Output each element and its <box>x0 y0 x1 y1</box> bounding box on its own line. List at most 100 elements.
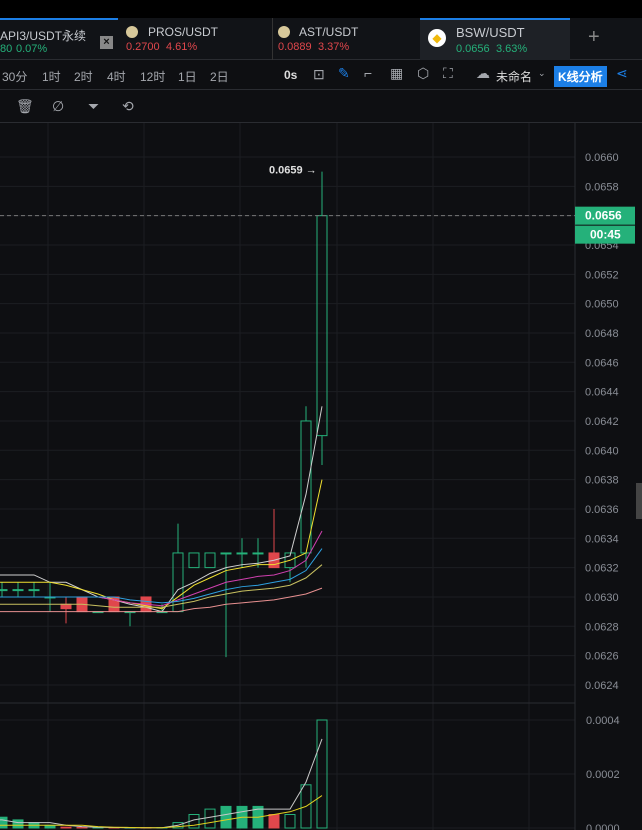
price-tick: 0.0624 <box>585 680 619 692</box>
last-price-label: 0.0656 <box>585 209 622 223</box>
chart-toolbar: 30分 1时 2时 4时 12时 1日 2日 0s ⊡ ✎ ⌐ ▦ ⬡ ⛶ ☁ … <box>0 60 642 90</box>
price-tick: 0.0628 <box>585 621 619 633</box>
candle-body <box>0 589 8 592</box>
price-tick: 0.0640 <box>585 445 619 457</box>
candle-body <box>316 215 328 437</box>
interval-2d[interactable]: 2日 <box>210 68 229 85</box>
price-chart[interactable]: 0.06600.06580.06560.06540.06520.06500.06… <box>0 123 642 830</box>
pencil-icon[interactable]: ✎ <box>338 65 350 82</box>
price-tick: 0.0630 <box>585 592 619 604</box>
side-panel-toggle[interactable] <box>636 483 642 519</box>
coin-icon <box>278 26 290 38</box>
interval-1h[interactable]: 1时 <box>42 68 61 85</box>
tab-name: PROS/USDT <box>148 25 219 39</box>
interval-30m[interactable]: 30分 <box>2 68 27 85</box>
calculator-icon[interactable]: ▦ <box>390 65 403 82</box>
symbol-tabs: API3/USDT永续 80 0.07% × PROS/USDT 0.2700 … <box>0 18 642 60</box>
candle-body <box>300 420 312 554</box>
interval-2h[interactable]: 2时 <box>74 68 93 85</box>
tab-bsw[interactable]: ◆ BSW/USDT 0.0656 3.63% <box>420 18 570 60</box>
tab-price: 0.0889 <box>278 41 312 53</box>
interval-1d[interactable]: 1日 <box>178 68 197 85</box>
kline-analysis-button[interactable]: K线分析 <box>554 66 607 87</box>
candle <box>12 582 24 597</box>
volume-tick: 0.0004 <box>586 715 620 727</box>
tab-price: 0.0656 <box>456 43 490 55</box>
candle <box>28 582 40 597</box>
camera-icon[interactable]: ⊡ <box>313 66 325 83</box>
candle-body <box>12 589 24 592</box>
price-tick: 0.0632 <box>585 563 619 575</box>
candle <box>204 552 216 569</box>
candle <box>124 611 136 627</box>
sync-drawings-icon[interactable]: ⟲ <box>122 98 134 115</box>
volume-tick: 0.0000 <box>586 823 620 830</box>
tab-name: BSW/USDT <box>456 25 525 40</box>
tab-change: 3.37% <box>318 41 350 53</box>
candle <box>300 406 312 568</box>
candle-body <box>188 552 200 569</box>
volume-bar <box>268 814 280 829</box>
price-tick: 0.0626 <box>585 651 619 663</box>
close-tab-icon[interactable]: × <box>100 36 113 49</box>
candle <box>60 596 72 624</box>
volume-bar <box>12 819 24 829</box>
add-indicator-icon[interactable]: ⌐ <box>364 65 372 81</box>
candle-body <box>60 603 72 610</box>
tab-change: 3.63% <box>496 43 528 55</box>
volume-bar <box>220 805 232 829</box>
price-tick: 0.0652 <box>585 269 619 281</box>
candle <box>188 552 200 569</box>
top-bar <box>0 0 642 18</box>
interval-4h[interactable]: 4时 <box>107 68 126 85</box>
bsw-logo-icon: ◆ <box>428 29 446 47</box>
countdown-setting[interactable]: 0s <box>284 68 297 82</box>
price-tick: 0.0634 <box>585 533 619 545</box>
high-price-label: 0.0659 → <box>269 165 317 177</box>
candle-body <box>252 552 264 555</box>
tab-change: 0.07% <box>16 43 48 55</box>
coin-icon <box>126 26 138 38</box>
candle-body <box>236 552 248 555</box>
interval-12h[interactable]: 12时 <box>140 68 165 85</box>
price-tick: 0.0660 <box>585 152 619 164</box>
volume-bar <box>284 814 296 829</box>
add-tab-icon[interactable]: + <box>588 26 600 49</box>
tab-pros[interactable]: PROS/USDT 0.2700 4.61% <box>120 18 270 60</box>
volume-bar <box>0 816 8 829</box>
chevron-down-icon[interactable]: ⌄ <box>538 68 546 79</box>
price-tick: 0.0650 <box>585 299 619 311</box>
volume-tick: 0.0002 <box>586 769 620 781</box>
tab-price: 80 <box>0 43 13 55</box>
drawing-toolbar: 🗑 ∅ ⏷ ⟲ <box>0 90 642 123</box>
layout-name[interactable]: 未命名 <box>496 68 532 85</box>
price-tick: 0.0642 <box>585 416 619 428</box>
candle <box>236 538 248 568</box>
candle <box>0 582 8 597</box>
price-tick: 0.0646 <box>585 357 619 369</box>
candle-body <box>204 552 216 569</box>
price-tick: 0.0636 <box>585 504 619 516</box>
candle-body <box>172 552 184 613</box>
tab-ast[interactable]: AST/USDT 0.0889 3.37% <box>272 18 420 60</box>
candle-body <box>220 552 232 555</box>
settings-icon[interactable]: ⬡ <box>417 65 429 82</box>
tab-change: 4.61% <box>166 41 198 53</box>
trash-icon[interactable]: 🗑 <box>16 98 34 115</box>
tab-name: AST/USDT <box>299 25 359 39</box>
countdown-label: 00:45 <box>590 228 621 242</box>
fullscreen-icon[interactable]: ⛶ <box>443 65 453 82</box>
volume-bar <box>204 808 216 829</box>
share-icon[interactable]: ⋖ <box>616 65 628 82</box>
price-tick: 0.0648 <box>585 328 619 340</box>
magnet-icon[interactable]: ∅ <box>52 98 64 115</box>
tab-api3[interactable]: API3/USDT永续 80 0.07% × <box>0 18 118 60</box>
volume-bar <box>76 826 88 829</box>
price-tick: 0.0638 <box>585 475 619 487</box>
volume-bar <box>60 826 72 829</box>
candle-body <box>28 589 40 592</box>
cloud-icon[interactable]: ☁ <box>476 65 490 82</box>
price-tick: 0.0644 <box>585 387 619 399</box>
filter-icon[interactable]: ⏷ <box>88 98 99 115</box>
price-tick: 0.0658 <box>585 181 619 193</box>
